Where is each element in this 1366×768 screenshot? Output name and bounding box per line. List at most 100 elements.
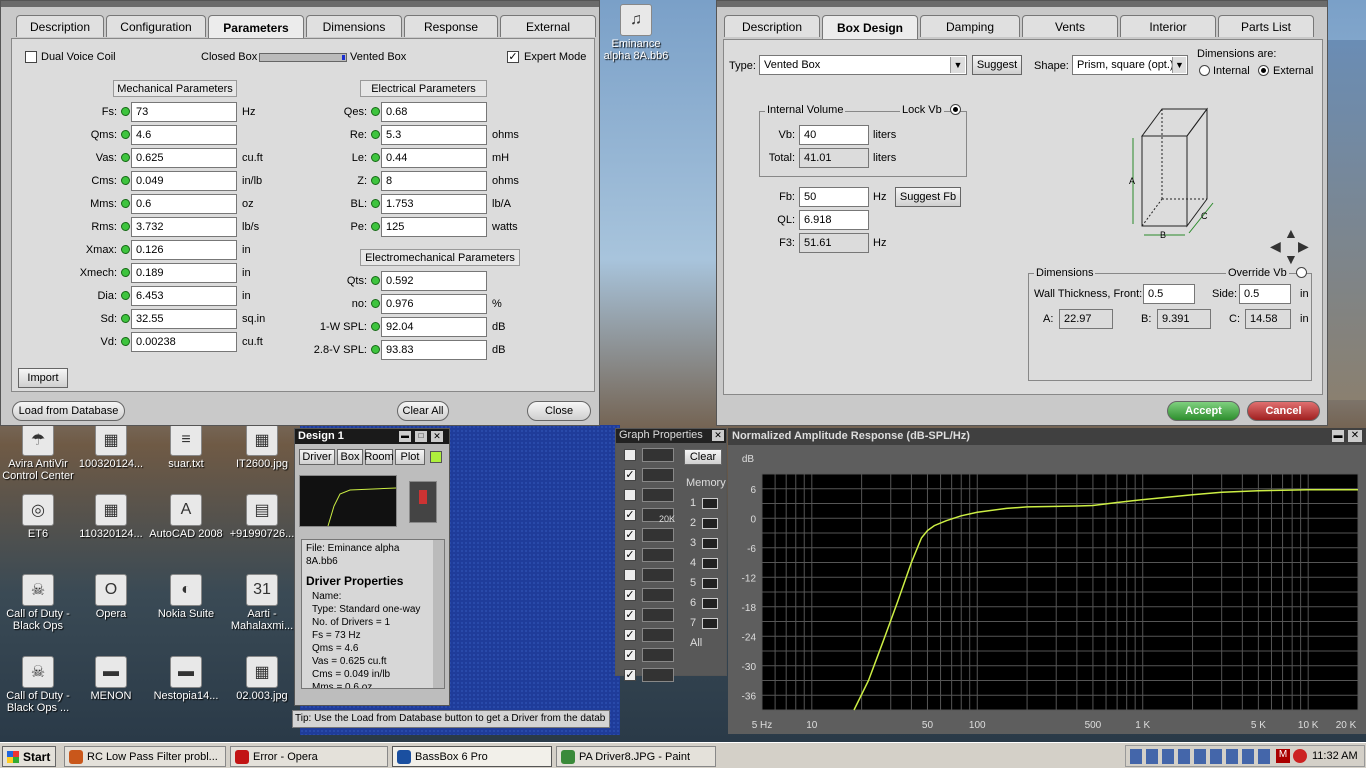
graph-option-checkbox[interactable]: ✓ — [624, 669, 636, 681]
28vspl-input[interactable]: 93.83 — [381, 340, 487, 360]
memory-slot-4[interactable] — [702, 558, 718, 569]
plot-color-swatch[interactable] — [430, 451, 442, 463]
le-input[interactable]: 0.44 — [381, 148, 487, 168]
graph-option-checkbox[interactable]: ✓ — [624, 509, 636, 521]
desktop-icon[interactable]: ☠ Call of Duty - Black Ops — [0, 574, 76, 632]
expert-mode-checkbox[interactable]: ✓ — [507, 51, 519, 63]
external-radio[interactable] — [1258, 65, 1269, 76]
tab-vents[interactable]: Vents — [1022, 15, 1118, 37]
desktop-icon[interactable]: ▤ +91990726... — [224, 494, 300, 540]
minimize-icon[interactable]: ▬ — [399, 431, 411, 442]
tab-parameters[interactable]: Parameters — [208, 15, 304, 39]
ql-input[interactable]: 6.918 — [799, 210, 869, 230]
maximize-icon[interactable]: □ — [415, 431, 427, 442]
graph-option-checkbox[interactable]: ✓ — [624, 649, 636, 661]
graph-option-checkbox[interactable]: ✓ — [624, 469, 636, 481]
graph-option-checkbox[interactable] — [624, 489, 636, 501]
tab-interior[interactable]: Interior — [1120, 15, 1216, 37]
design-driver-button[interactable]: Driver — [299, 449, 335, 465]
taskbar-item[interactable]: PA Driver8.JPG - Paint — [556, 746, 716, 767]
scrollbar[interactable] — [433, 540, 444, 688]
qes-input[interactable]: 0.68 — [381, 102, 487, 122]
start-button[interactable]: Start — [2, 746, 56, 767]
rms-input[interactable]: 3.732 — [131, 217, 237, 237]
dual-voice-coil-checkbox[interactable] — [25, 51, 37, 63]
z-input[interactable]: 8 — [381, 171, 487, 191]
tab-configuration[interactable]: Configuration — [106, 15, 206, 37]
import-button[interactable]: Import — [18, 368, 68, 388]
design-box-button[interactable]: Box — [337, 449, 363, 465]
vb-input[interactable]: 40 — [799, 125, 869, 145]
chevron-down-icon[interactable]: ▼ — [950, 57, 965, 73]
taskbar-item[interactable]: RC Low Pass Filter probl... — [64, 746, 226, 767]
accept-button[interactable]: Accept — [1167, 401, 1240, 421]
design-room-button[interactable]: Room — [364, 449, 394, 465]
vd-input[interactable]: 0.00238 — [131, 332, 237, 352]
xmech-input[interactable]: 0.189 — [131, 263, 237, 283]
sd-input[interactable]: 32.55 — [131, 309, 237, 329]
fb-input[interactable]: 50 — [799, 187, 869, 207]
memory-slot-7[interactable] — [702, 618, 718, 629]
graph-option-checkbox[interactable]: ✓ — [624, 529, 636, 541]
dia-input[interactable]: 6.453 — [131, 286, 237, 306]
pe-input[interactable]: 125 — [381, 217, 487, 237]
internal-radio[interactable] — [1199, 65, 1210, 76]
gmail-icon[interactable]: M — [1276, 749, 1290, 763]
desktop-icon[interactable]: ☂ Avira AntiVir Control Center — [0, 424, 76, 482]
tab-external[interactable]: External — [500, 15, 596, 37]
box-type-select[interactable]: Vented Box — [759, 55, 967, 75]
memory-all-label[interactable]: All — [690, 637, 702, 649]
memory-slot-5[interactable] — [702, 578, 718, 589]
wall-side-input[interactable]: 0.5 — [1239, 284, 1291, 304]
lock-vb-radio[interactable] — [950, 104, 961, 115]
desktop-icon[interactable]: ▦ IT2600.jpg — [224, 424, 300, 470]
mms-input[interactable]: 0.6 — [131, 194, 237, 214]
minimize-icon[interactable]: ▬ — [1332, 430, 1344, 442]
graph-option-checkbox[interactable]: ✓ — [624, 609, 636, 621]
qts-input[interactable]: 0.592 — [381, 271, 487, 291]
1wspl-input[interactable]: 92.04 — [381, 317, 487, 337]
tab-description[interactable]: Description — [724, 15, 820, 37]
box-type-slider[interactable] — [259, 53, 347, 62]
tray-icons[interactable] — [1130, 749, 1270, 764]
close-button[interactable]: Close — [527, 401, 591, 421]
tab-box-design[interactable]: Box Design — [822, 15, 918, 39]
tab-dimensions[interactable]: Dimensions — [306, 15, 402, 37]
vas-input[interactable]: 0.625 — [131, 148, 237, 168]
tab-damping[interactable]: Damping — [920, 15, 1020, 37]
desktop-icon[interactable]: 31 Aarti - Mahalaxmi... — [224, 574, 300, 632]
shape-select[interactable]: Prism, square (opt.) — [1072, 55, 1188, 75]
memory-slot-3[interactable] — [702, 538, 718, 549]
desktop-icon[interactable]: ▦ 100320124... — [73, 424, 149, 470]
clear-all-button[interactable]: Clear All — [397, 401, 449, 421]
qms-input[interactable]: 4.6 — [131, 125, 237, 145]
graph-option-checkbox[interactable]: ✓ — [624, 549, 636, 561]
load-from-database-button[interactable]: Load from Database — [12, 401, 125, 421]
tab-parts-list[interactable]: Parts List — [1218, 15, 1314, 37]
desktop-icon[interactable]: ♫ Eminance alpha 8A.bb6 — [598, 4, 674, 62]
desktop-icon[interactable]: O Opera — [73, 574, 149, 620]
desktop-icon[interactable]: ◎ ET6 — [0, 494, 76, 540]
memory-slot-2[interactable] — [702, 518, 718, 529]
desktop-icon[interactable]: A AutoCAD 2008 — [148, 494, 224, 540]
graph-option-checkbox[interactable]: ✓ — [624, 589, 636, 601]
taskbar-item[interactable]: BassBox 6 Pro — [392, 746, 552, 767]
desktop-icon[interactable]: ☠ Call of Duty - Black Ops ... — [0, 656, 76, 714]
desktop-icon[interactable]: ▬ MENON — [73, 656, 149, 702]
design-plot-button[interactable]: Plot — [395, 449, 425, 465]
driver-window-titlebar[interactable] — [1, 1, 599, 7]
suggest-button[interactable]: Suggest — [972, 55, 1022, 75]
tab-response[interactable]: Response — [404, 15, 498, 37]
cms-input[interactable]: 0.049 — [131, 171, 237, 191]
close-icon[interactable]: ✕ — [1348, 430, 1362, 442]
no-input[interactable]: 0.976 — [381, 294, 487, 314]
wall-front-input[interactable]: 0.5 — [1143, 284, 1195, 304]
desktop-icon[interactable]: ≡ suar.txt — [148, 424, 224, 470]
suggest-fb-button[interactable]: Suggest Fb — [895, 187, 961, 207]
graph-option-checkbox[interactable] — [624, 449, 636, 461]
close-icon[interactable]: ✕ — [712, 430, 724, 441]
box-window-titlebar[interactable] — [717, 1, 1327, 7]
desktop-icon[interactable]: ▦ 02.003.jpg — [224, 656, 300, 702]
desktop-icon[interactable]: ▬ Nestopia14... — [148, 656, 224, 702]
bl-input[interactable]: 1.753 — [381, 194, 487, 214]
